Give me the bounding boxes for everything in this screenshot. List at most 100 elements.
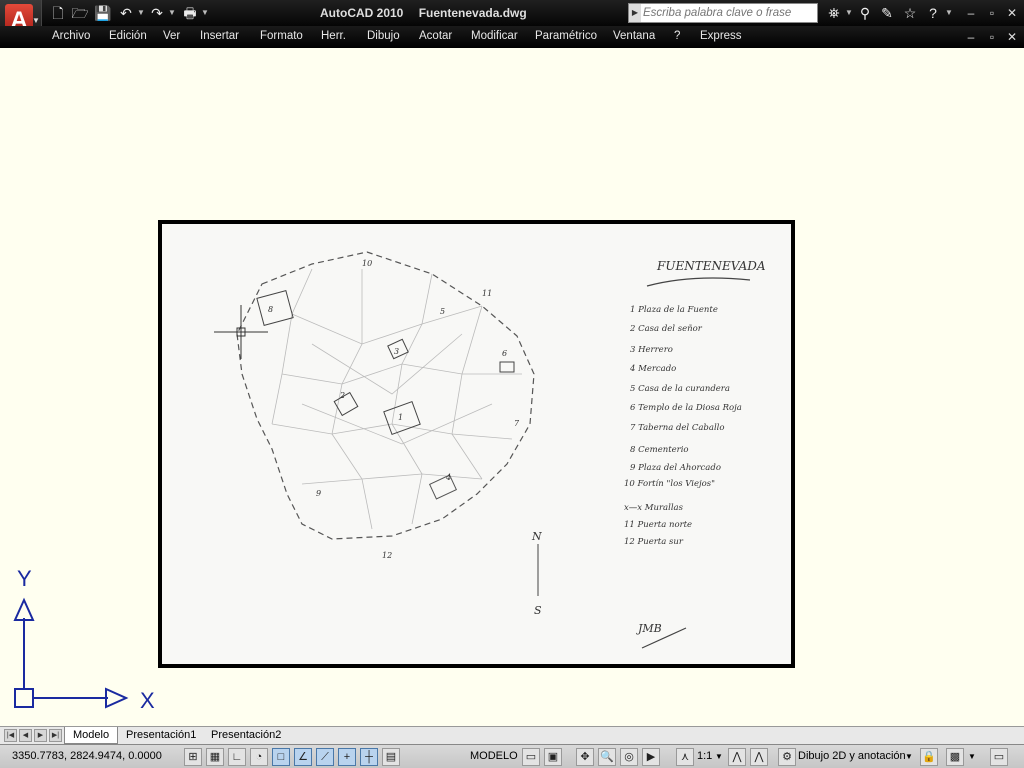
sketch-title: FUENTENEVADA — [656, 259, 766, 273]
expand-search-icon[interactable]: ▶ — [629, 4, 641, 22]
satellite-icon[interactable]: ⚲ — [855, 3, 875, 23]
sketch-legend: 1 Plaza de la Fuente 2 Casa del señor 3 … — [624, 305, 742, 547]
map-label: 1 — [398, 413, 403, 422]
clean-screen-icon[interactable]: ▭ — [990, 748, 1008, 766]
workspace-dropdown-icon[interactable]: ▼ — [905, 752, 913, 761]
auto-scale-icon[interactable]: ⋀ — [750, 748, 768, 766]
quick-access-dropdown-icon[interactable]: ▼ — [200, 3, 210, 23]
legend-item: 8 Cementerio — [630, 445, 689, 455]
new-icon[interactable]: 🗋 — [48, 3, 68, 23]
legend-item: 7 Taberna del Caballo — [630, 423, 725, 433]
tab-presentacion1[interactable]: Presentación1 — [118, 727, 204, 744]
infocenter-search[interactable]: ▶ — [628, 3, 818, 23]
undo-icon[interactable]: ↶ — [116, 3, 136, 23]
next-tab-button[interactable]: ▶ — [34, 729, 47, 742]
file-name: Fuentenevada.dwg — [418, 6, 527, 20]
ucs-icon: Y X — [13, 566, 155, 713]
redo-dropdown-icon[interactable]: ▼ — [167, 3, 177, 23]
ortho-icon[interactable]: ∟ — [228, 748, 246, 766]
lock-icon[interactable]: 🔒 — [920, 748, 938, 766]
model-space-label[interactable]: MODELO — [470, 750, 518, 762]
snap-icon[interactable]: ⊞ — [184, 748, 202, 766]
menu-help[interactable]: ? — [674, 30, 680, 42]
legend-item: 10 Fortín "los Viejos" — [624, 478, 715, 489]
pan-icon[interactable]: ✥ — [576, 748, 594, 766]
menu-parametrico[interactable]: Paramétrico — [535, 30, 597, 42]
map-label: 4 — [445, 473, 451, 482]
map-label: 11 — [482, 289, 492, 298]
quick-view-drawings-icon[interactable]: ▣ — [544, 748, 562, 766]
otrack-icon[interactable]: ∠ — [294, 748, 312, 766]
legend-extra: 12 Puerta sur — [624, 537, 684, 547]
doc-close-button[interactable]: ✕ — [1003, 28, 1021, 46]
menu-insertar[interactable]: Insertar — [200, 30, 239, 42]
doc-minimize-button[interactable]: – — [962, 28, 980, 46]
menu-herr[interactable]: Herr. — [321, 30, 346, 42]
tab-modelo[interactable]: Modelo — [64, 727, 119, 744]
redo-icon[interactable]: ↷ — [147, 3, 167, 23]
drawing-canvas[interactable]: 10 11 8 5 6 3 2 1 4 9 7 12 FUENTENEVADA … — [0, 48, 1024, 726]
status-tray-dropdown-icon[interactable]: ▼ — [968, 752, 976, 761]
menu-ventana[interactable]: Ventana — [613, 30, 655, 42]
polar-icon[interactable]: ◔ — [250, 748, 268, 766]
app-close-button[interactable]: ✕ — [1003, 4, 1021, 22]
help-icon[interactable]: ? — [923, 3, 943, 23]
zoom-icon[interactable]: 🔍 — [598, 748, 616, 766]
workspace-gear-icon[interactable]: ⚙ — [778, 748, 796, 766]
menu-edicion[interactable]: Edición — [109, 30, 147, 42]
crosshair-cursor — [214, 305, 268, 359]
search-input[interactable] — [643, 5, 815, 21]
ducs-icon[interactable]: ⟋ — [316, 748, 334, 766]
map-label: 8 — [268, 305, 273, 314]
help-dropdown-icon[interactable]: ▼ — [944, 3, 954, 23]
annotation-scale[interactable]: 1:1 — [697, 750, 712, 762]
scale-dropdown-icon[interactable]: ▼ — [715, 752, 723, 761]
legend-item: 2 Casa del señor — [629, 324, 703, 334]
first-tab-button[interactable]: |◀ — [4, 729, 17, 742]
menu-formato[interactable]: Formato — [260, 30, 303, 42]
menu-modificar[interactable]: Modificar — [471, 30, 518, 42]
tab-presentacion2[interactable]: Presentación2 — [203, 727, 289, 744]
menu-archivo[interactable]: Archivo — [52, 30, 90, 42]
annotation-visibility-icon[interactable]: ⋀ — [728, 748, 746, 766]
grid-icon[interactable]: ▦ — [206, 748, 224, 766]
legend-item: 5 Casa de la curandera — [630, 384, 730, 394]
search-dropdown-icon[interactable]: ▼ — [844, 3, 854, 23]
favorites-star-icon[interactable]: ☆ — [900, 3, 920, 23]
showmotion-icon[interactable]: ▶ — [642, 748, 660, 766]
menu-express[interactable]: Express — [700, 30, 742, 42]
coordinates-readout[interactable]: 3350.7783, 2824.9474, 0.0000 — [12, 750, 162, 762]
map-label: 3 — [394, 347, 399, 356]
quick-view-layouts-icon[interactable]: ▭ — [522, 748, 540, 766]
lineweight-icon[interactable]: ┼ — [360, 748, 378, 766]
map-label: 2 — [339, 391, 345, 400]
app-restore-button[interactable]: ▫ — [983, 4, 1001, 22]
open-icon[interactable]: 🗁 — [70, 3, 90, 23]
hardware-acceleration-icon[interactable]: ▩ — [946, 748, 964, 766]
plot-icon[interactable]: 🖶 — [180, 3, 200, 23]
legend-item: 4 Mercado — [629, 364, 676, 374]
menu-acotar[interactable]: Acotar — [419, 30, 452, 42]
signature: JMB — [636, 622, 662, 635]
steering-wheel-icon[interactable]: ◎ — [620, 748, 638, 766]
map-label: 9 — [316, 489, 321, 498]
app-minimize-button[interactable]: – — [962, 4, 980, 22]
menu-ver[interactable]: Ver — [163, 30, 180, 42]
last-tab-button[interactable]: ▶| — [49, 729, 62, 742]
dyn-icon[interactable]: + — [338, 748, 356, 766]
save-icon[interactable]: 💾 — [93, 3, 113, 23]
osnap-icon[interactable]: □ — [272, 748, 290, 766]
raster-image-frame[interactable]: 10 11 8 5 6 3 2 1 4 9 7 12 FUENTENEVADA … — [158, 220, 795, 668]
compass-north: N — [531, 530, 542, 543]
compass-south: S — [534, 604, 542, 617]
doc-restore-button[interactable]: ▫ — [983, 28, 1001, 46]
prev-tab-button[interactable]: ◀ — [19, 729, 32, 742]
qp-icon[interactable]: ▤ — [382, 748, 400, 766]
menu-dibujo[interactable]: Dibujo — [367, 30, 400, 42]
annotation-scale-icon[interactable]: ⋏ — [676, 748, 694, 766]
binoculars-icon[interactable]: ⛯ — [824, 3, 844, 23]
undo-dropdown-icon[interactable]: ▼ — [136, 3, 146, 23]
legend-extra: 11 Puerta norte — [624, 520, 692, 530]
workspace-switch[interactable]: Dibujo 2D y anotación — [798, 750, 906, 762]
comm-center-icon[interactable]: ✎ — [877, 3, 897, 23]
